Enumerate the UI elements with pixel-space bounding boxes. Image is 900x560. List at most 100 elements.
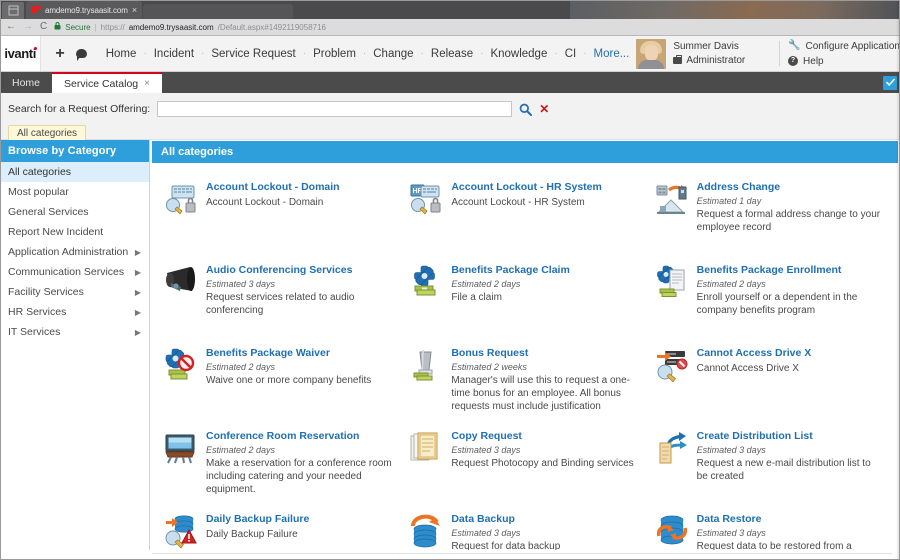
copy-pages-icon [409, 431, 443, 465]
sidebar-item-label: HR Services [8, 306, 67, 318]
catalog-item-title[interactable]: Benefits Package Waiver [206, 347, 371, 360]
sidebar-item-application-administration[interactable]: Application Administration ▶ [0, 242, 149, 262]
sidebar-item-all-categories[interactable]: All categories [0, 162, 149, 182]
nav-link-knowledge[interactable]: Knowledge [483, 36, 554, 72]
catalog-item-title[interactable]: Audio Conferencing Services [206, 264, 393, 277]
sidebar-item-it-services[interactable]: IT Services ▶ [0, 322, 149, 342]
catalog-item[interactable]: Create Distribution List Estimated 3 day… [649, 422, 894, 505]
sidebar-item-most-popular[interactable]: Most popular [0, 182, 149, 202]
catalog-item-title[interactable]: Cannot Access Drive X [697, 347, 812, 360]
catalog-item-title[interactable]: Data Restore [697, 513, 884, 526]
database-alert-icon [164, 514, 198, 549]
search-input[interactable] [157, 101, 513, 117]
catalog-item[interactable]: Benefits Package Waiver Estimated 2 days… [158, 339, 403, 422]
catalog-item[interactable]: Account Lockout - Domain Account Lockout… [158, 173, 403, 256]
user-role: Administrator [673, 55, 769, 66]
browser-tab-placeholder [143, 4, 294, 19]
ivanti-logo[interactable]: ivanti [0, 36, 42, 71]
nav-link-more[interactable]: More... [587, 36, 637, 72]
add-new-icon[interactable]: + [55, 45, 64, 62]
sidebar-item-general-services[interactable]: General Services [0, 202, 149, 222]
forward-icon[interactable]: → [23, 22, 33, 32]
catalog-item[interactable]: HR Account Lockout - HR System Account L… [403, 173, 648, 256]
catalog-item-title[interactable]: Benefits Package Enrollment [697, 264, 884, 277]
catalog-item[interactable]: Bonus Request Estimated 2 weeks Manager'… [403, 339, 648, 422]
sidebar-item-label: General Services [8, 206, 89, 218]
sidebar-item-label: Application Administration [8, 246, 129, 258]
database-backup-icon [409, 514, 443, 548]
sidebar-item-facility-services[interactable]: Facility Services ▶ [0, 282, 149, 302]
catalog-item-description: Request Photocopy and Binding services [451, 457, 634, 469]
confirm-check-button[interactable] [883, 75, 897, 90]
catalog-item-title[interactable]: Daily Backup Failure [206, 513, 309, 526]
sidebar-item-label: Most popular [8, 186, 69, 198]
nav-link-release[interactable]: Release [424, 36, 480, 72]
user-panel[interactable]: Summer Davis Administrator [636, 36, 775, 71]
catalog-item-text: Create Distribution List Estimated 3 day… [697, 429, 884, 498]
nav-link-service-request[interactable]: Service Request [204, 36, 302, 72]
catalog-item-description: Cannot Access Drive X [696, 362, 799, 374]
tab-home[interactable]: Home [0, 72, 52, 93]
nav-divider [779, 41, 781, 66]
sidebar-item-hr-services[interactable]: HR Services ▶ [0, 302, 149, 322]
catalog-item[interactable]: Daily Backup Failure Daily Backup Failur… [158, 505, 403, 550]
sidebar-item-label: Report New Incident [8, 226, 104, 238]
tab-service-catalog[interactable]: Service Catalog × [52, 72, 162, 93]
catalog-item-title[interactable]: Bonus Request [451, 347, 638, 360]
catalog-item-estimate: Estimated 2 weeks [451, 361, 527, 372]
hr-keyboard-lock-icon: HR [409, 182, 443, 216]
catalog-item-description: Request a formal address change to your … [696, 208, 881, 233]
back-icon[interactable]: ← [6, 22, 16, 32]
clear-search-icon[interactable]: ✕ [539, 103, 549, 115]
catalog-item-title[interactable]: Address Change [697, 181, 884, 194]
close-icon[interactable]: × [144, 78, 150, 89]
browser-tab-strip: amdemo9.trysaasit.com × [0, 0, 900, 19]
catalog-item[interactable]: Cannot Access Drive X Cannot Access Driv… [649, 339, 894, 422]
nav-link-change[interactable]: Change [366, 36, 420, 72]
sidebar-item-report-new-incident[interactable]: Report New Incident [0, 222, 149, 242]
tab-service-catalog-label: Service Catalog [64, 77, 139, 90]
browser-tab-title: amdemo9.trysaasit.com [45, 5, 128, 15]
catalog-item-title[interactable]: Copy Request [451, 430, 633, 443]
catalog-item-estimate: Estimated 2 days [696, 278, 766, 289]
browser-tab[interactable]: amdemo9.trysaasit.com × [26, 1, 143, 19]
wrench-icon: 🔧 [788, 40, 801, 51]
catalog-item-description: Make a reservation for a conference room… [206, 457, 392, 495]
browser-menu-icon[interactable] [2, 2, 24, 19]
catalog-item[interactable]: Address Change Estimated 1 day Request a… [649, 173, 894, 256]
catalog-item[interactable]: Benefits Package Enrollment Estimated 2 … [649, 256, 894, 339]
catalog-item-title[interactable]: Conference Room Reservation [206, 430, 393, 443]
help-link[interactable]: ? Help [788, 56, 900, 67]
nav-link-incident[interactable]: Incident [147, 36, 201, 72]
catalog-item[interactable]: Audio Conferencing Services Estimated 3 … [158, 256, 403, 339]
nav-link-problem[interactable]: Problem [306, 36, 363, 72]
sidebar-item-communication-services[interactable]: Communication Services ▶ [0, 262, 149, 282]
catalog-item-title[interactable]: Account Lockout - HR System [451, 181, 602, 194]
catalog-item-description: Account Lockout - HR System [451, 196, 585, 208]
reload-icon[interactable]: C [40, 22, 47, 32]
catalog-item[interactable]: Benefits Package Claim Estimated 2 days … [403, 256, 648, 339]
catalog-item-title[interactable]: Benefits Package Claim [451, 264, 569, 277]
catalog-item-text: Bonus Request Estimated 2 weeks Manager'… [451, 346, 638, 415]
search-icon[interactable] [519, 103, 533, 116]
nav-link-ci[interactable]: CI [558, 36, 584, 72]
catalog-item[interactable]: Data Restore Estimated 3 days Request da… [649, 505, 894, 550]
sidebar-item-label: Communication Services [8, 266, 125, 278]
address-bar[interactable]: Secure | https://amdemo9.trysaasit.com/D… [54, 21, 894, 34]
close-icon[interactable]: × [132, 5, 137, 15]
chat-icon[interactable] [75, 49, 87, 61]
benefits-document-icon [655, 265, 689, 299]
configure-application-link[interactable]: 🔧 Configure Application [788, 41, 900, 52]
catalog-item[interactable]: Copy Request Estimated 3 days Request Ph… [403, 422, 648, 505]
nav-link-home[interactable]: Home [99, 36, 144, 72]
workspace-tab-bar: Home Service Catalog × [0, 72, 900, 93]
catalog-item-title[interactable]: Create Distribution List [697, 430, 884, 443]
catalog-item[interactable]: Data Backup Estimated 3 days Request for… [403, 505, 648, 550]
catalog-item-title[interactable]: Data Backup [451, 513, 560, 526]
tab-home-label: Home [12, 76, 41, 89]
catalog-item[interactable]: Conference Room Reservation Estimated 2 … [158, 422, 403, 505]
chevron-right-icon: ▶ [134, 307, 141, 317]
catalog-item-title[interactable]: Account Lockout - Domain [206, 181, 340, 194]
tab-bar-filler [162, 72, 883, 93]
catalog-header: All categories [152, 141, 898, 163]
